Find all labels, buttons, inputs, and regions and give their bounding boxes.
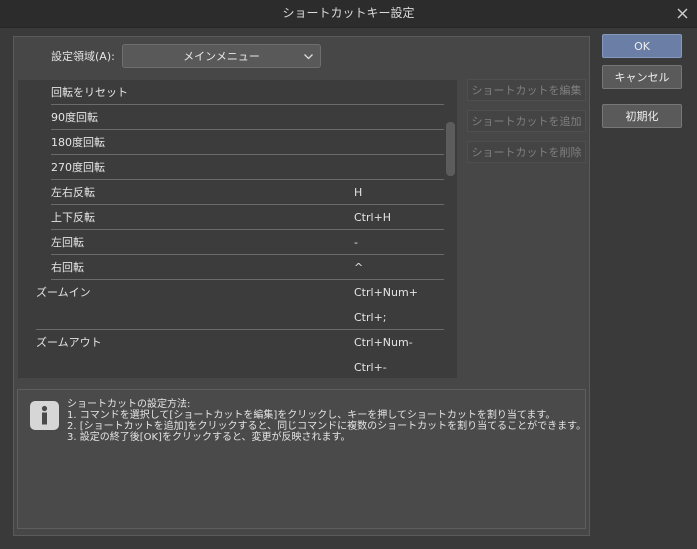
area-select[interactable]: メインメニュー <box>122 44 321 68</box>
shortcut-row[interactable]: 回転をリセット <box>18 80 444 105</box>
shortcut-row[interactable]: ズームアウト Ctrl+Num- <box>18 330 444 355</box>
shortcut-command-name: 90度回転 <box>51 111 98 124</box>
window-title: ショートカットキー設定 <box>282 6 415 20</box>
shortcut-row[interactable]: 右回転 ^ <box>18 255 444 280</box>
scroll-thumb[interactable] <box>446 122 455 176</box>
list-scrollbar[interactable] <box>444 80 457 378</box>
ok-button[interactable]: OK <box>602 34 682 58</box>
shortcut-key: Ctrl+- <box>354 361 387 374</box>
edit-shortcut-button[interactable]: ショートカットを編集 <box>467 79 586 101</box>
info-line-2: 2. [ショートカットを追加]をクリックすると、同じコマンドに複数のショートカッ… <box>67 421 587 432</box>
info-title: ショートカットの設定方法: <box>67 399 191 410</box>
shortcut-row[interactable]: 270度回転 <box>18 155 444 180</box>
shortcut-command-name: ズームイン <box>36 286 91 299</box>
shortcut-row[interactable]: 上下反転 Ctrl+H <box>18 205 444 230</box>
info-line-3: 3. 設定の終了後[OK]をクリックすると、変更が反映されます。 <box>67 432 351 443</box>
reset-button[interactable]: 初期化 <box>602 104 682 128</box>
close-icon <box>677 8 687 19</box>
shortcut-command-name: 180度回転 <box>51 136 105 149</box>
shortcut-key: Ctrl+; <box>354 311 387 324</box>
title-bar: ショートカットキー設定 <box>0 0 697 28</box>
info-text: ショートカットの設定方法: 1. コマンドを選択して[ショートカットを編集]をク… <box>67 399 586 443</box>
shortcut-row[interactable]: 左右反転 H <box>18 180 444 205</box>
shortcut-row[interactable]: 左回転 - <box>18 230 444 255</box>
area-select-value: メインメニュー <box>183 50 260 63</box>
area-label: 設定領域(A): <box>51 50 115 63</box>
info-icon <box>30 401 59 430</box>
delete-shortcut-button[interactable]: ショートカットを削除 <box>467 141 586 163</box>
shortcut-command-name: 回転をリセット <box>51 86 128 99</box>
shortcut-row[interactable]: Ctrl+- <box>18 355 444 378</box>
close-button[interactable] <box>667 0 697 27</box>
chevron-down-icon <box>304 54 313 60</box>
shortcut-key: Ctrl+Num+ <box>354 286 418 299</box>
shortcut-row[interactable]: Ctrl+; <box>18 305 444 330</box>
shortcut-key: - <box>354 236 358 249</box>
cancel-button[interactable]: キャンセル <box>602 65 682 89</box>
info-panel: ショートカットの設定方法: 1. コマンドを選択して[ショートカットを編集]をク… <box>17 389 586 529</box>
add-shortcut-button[interactable]: ショートカットを追加 <box>467 110 586 132</box>
shortcut-command-name: 右回転 <box>51 261 84 274</box>
shortcut-command-name: ズームアウト <box>36 336 102 349</box>
shortcut-command-name: 左回転 <box>51 236 84 249</box>
info-line-1: 1. コマンドを選択して[ショートカットを編集]をクリックし、キーを押してショー… <box>67 410 556 421</box>
shortcut-key: Ctrl+Num- <box>354 336 413 349</box>
shortcut-row[interactable]: ズームイン Ctrl+Num+ <box>18 280 444 305</box>
shortcut-command-name: 上下反転 <box>51 211 95 224</box>
shortcut-list[interactable]: 回転をリセット 90度回転 180度回転 270度回転 左右反転 H 上下反転 Ctrl+H 左… <box>18 80 457 378</box>
shortcut-key: Ctrl+H <box>354 211 392 224</box>
shortcut-key: H <box>354 186 363 199</box>
shortcut-command-name: 270度回転 <box>51 161 105 174</box>
shortcut-row[interactable]: 180度回転 <box>18 130 444 155</box>
shortcut-command-name: 左右反転 <box>51 186 95 199</box>
shortcut-key: ^ <box>354 261 364 274</box>
shortcut-row[interactable]: 90度回転 <box>18 105 444 130</box>
